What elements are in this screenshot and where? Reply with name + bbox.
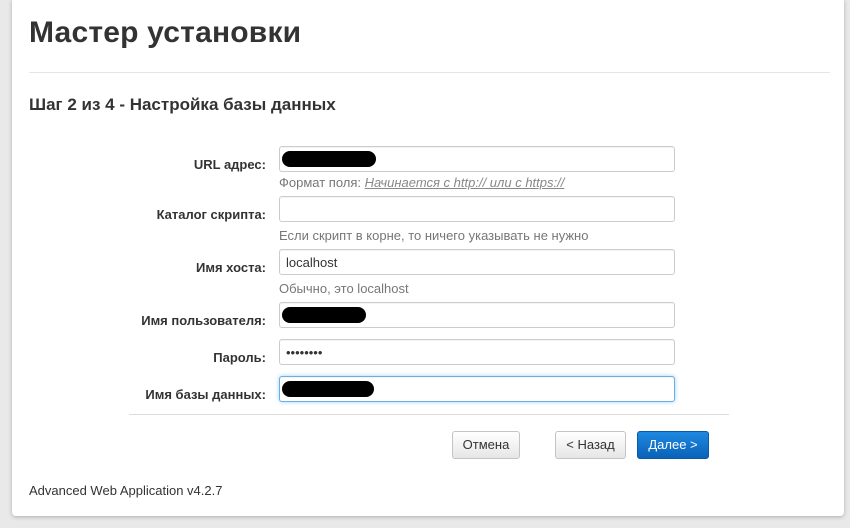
url-help-prefix: Формат поля: [279,175,362,190]
password-input[interactable] [279,339,675,365]
title-divider [29,72,830,73]
url-label: URL адрес: [193,157,266,172]
script-dir-input[interactable] [279,196,675,222]
form-divider [129,414,729,415]
page-title: Мастер установки [29,16,302,49]
host-input[interactable] [279,249,675,275]
host-label: Имя хоста: [196,260,266,275]
script-dir-label: Каталог скрипта: [156,207,266,222]
username-input[interactable] [279,302,675,328]
url-help-example: Начинается с http:// или с https:// [364,175,565,190]
url-help: Формат поля: Начинается с http:// или с … [279,175,564,190]
host-help: Обычно, это localhost [279,281,409,296]
cancel-button[interactable]: Отмена [452,431,520,459]
next-button[interactable]: Далее > [637,431,709,459]
installer-panel: Мастер установки Шаг 2 из 4 - Настройка … [12,0,844,516]
script-dir-help: Если скрипт в корне, то ничего указывать… [279,228,589,243]
back-button[interactable]: < Назад [555,431,626,459]
url-input[interactable] [279,146,675,172]
db-name-input[interactable] [279,376,675,402]
app-version-footer: Advanced Web Application v4.2.7 [29,483,223,498]
username-label: Имя пользователя: [141,313,266,328]
step-title: Шаг 2 из 4 - Настройка базы данных [29,95,336,114]
password-label: Пароль: [213,350,266,365]
db-name-label: Имя базы данных: [145,387,266,402]
